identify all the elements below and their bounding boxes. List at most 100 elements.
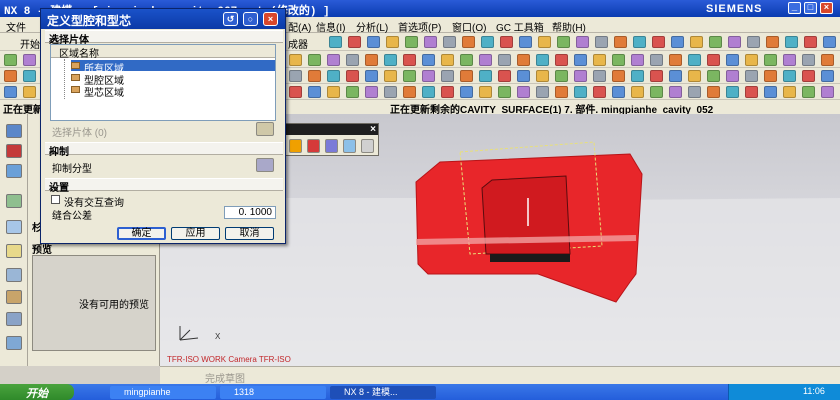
cancel-button[interactable]: 取消 xyxy=(225,227,274,240)
float-tool-3-icon[interactable] xyxy=(325,139,338,153)
toolbar-tool-icon[interactable] xyxy=(481,36,494,48)
toolbar-tool-icon[interactable] xyxy=(23,70,36,82)
dialog-info-icon[interactable]: ○ xyxy=(243,12,258,26)
suppress-section[interactable]: 抑制 ︿ xyxy=(45,142,283,158)
toolbar-tool-icon[interactable] xyxy=(289,70,302,82)
toolbar-tool-icon[interactable] xyxy=(728,36,741,48)
toolbar-tool-icon[interactable] xyxy=(576,36,589,48)
toolbar-tool-icon[interactable] xyxy=(669,86,682,98)
toolbar-tool-icon[interactable] xyxy=(574,54,587,66)
toolbar-tool-icon[interactable] xyxy=(441,86,454,98)
toolbar-tool-icon[interactable] xyxy=(384,70,397,82)
toolbar-tool-icon[interactable] xyxy=(536,54,549,66)
toolbar-tool-icon[interactable] xyxy=(747,36,760,48)
toolbar-tool-icon[interactable] xyxy=(764,54,777,66)
region-list[interactable]: 区域名称 所有区域 型腔区域 型芯区域 xyxy=(50,44,276,121)
toolbar-tool-icon[interactable] xyxy=(745,86,758,98)
close-button[interactable]: × xyxy=(820,2,833,14)
toolbar-tool-icon[interactable] xyxy=(764,70,777,82)
toolbar-tool-icon[interactable] xyxy=(555,86,568,98)
region-item-cavity[interactable]: 型腔区域 xyxy=(71,72,275,87)
toolbar-tool-icon[interactable] xyxy=(308,54,321,66)
taskbar-item-nx[interactable]: NX 8 - 建模... xyxy=(330,386,436,399)
toolbar-tool-icon[interactable] xyxy=(4,86,17,98)
toolbar-tool-icon[interactable] xyxy=(479,86,492,98)
toolbar-tool-icon[interactable] xyxy=(460,86,473,98)
toolbar-tool-icon[interactable] xyxy=(424,36,437,48)
toolbar-tool-icon[interactable] xyxy=(327,54,340,66)
toolbar-tool-icon[interactable] xyxy=(384,86,397,98)
no-interaction-checkbox[interactable] xyxy=(51,195,60,204)
toolbar-tool-icon[interactable] xyxy=(327,86,340,98)
roles-icon[interactable] xyxy=(6,336,22,350)
toolbar-tool-icon[interactable] xyxy=(707,86,720,98)
toolbar-tool-icon[interactable] xyxy=(365,54,378,66)
menu-preferences[interactable]: 首选项(P) xyxy=(398,19,441,34)
toolbar-tool-icon[interactable] xyxy=(536,86,549,98)
taskbar-item-folder[interactable]: mingpianhe xyxy=(110,386,216,399)
toolbar-tool-icon[interactable] xyxy=(443,36,456,48)
system-materials-icon[interactable] xyxy=(6,290,22,304)
toolbar-tool-icon[interactable] xyxy=(327,70,340,82)
toolbar-tool-icon[interactable] xyxy=(785,36,798,48)
menu-analysis[interactable]: 分析(L) xyxy=(356,19,388,34)
toolbar-tool-icon[interactable] xyxy=(612,86,625,98)
part-navigator-icon[interactable] xyxy=(6,164,22,178)
toolbar-tool-icon[interactable] xyxy=(671,36,684,48)
toolbar-tool-icon[interactable] xyxy=(308,70,321,82)
toolbar-tool-icon[interactable] xyxy=(707,70,720,82)
toolbar-tool-icon[interactable] xyxy=(652,36,665,48)
toolbar-tool-icon[interactable] xyxy=(802,70,815,82)
toolbar-tool-icon[interactable] xyxy=(460,54,473,66)
dialog-close-icon[interactable]: × xyxy=(263,12,278,26)
toolbar-tool-icon[interactable] xyxy=(403,54,416,66)
toolbar-tool-icon[interactable] xyxy=(517,54,530,66)
toolbar-tool-icon[interactable] xyxy=(538,36,551,48)
toolbar-tool-icon[interactable] xyxy=(479,70,492,82)
taskbar-item-folder[interactable]: 1318 xyxy=(220,386,326,399)
toolbar-tool-icon[interactable] xyxy=(498,70,511,82)
toolbar-tool-icon[interactable] xyxy=(688,86,701,98)
toolbar-tool-icon[interactable] xyxy=(631,86,644,98)
menu-assembly[interactable]: 配(A) xyxy=(288,19,311,34)
toolbar-tool-icon[interactable] xyxy=(498,86,511,98)
toolbar-tool-icon[interactable] xyxy=(745,54,758,66)
toolbar-tool-icon[interactable] xyxy=(766,36,779,48)
toolbar-tool-icon[interactable] xyxy=(631,54,644,66)
toolbar-tool-icon[interactable] xyxy=(4,54,17,66)
web-browser-icon[interactable] xyxy=(6,244,22,258)
apply-button[interactable]: 应用 xyxy=(171,227,220,240)
assembly-navigator-icon[interactable] xyxy=(6,124,22,138)
toolbar-tool-icon[interactable] xyxy=(405,36,418,48)
collapse-chevron-icon[interactable]: ︿ xyxy=(49,31,279,44)
toolbar-tool-icon[interactable] xyxy=(614,36,627,48)
toolbar-tool-icon[interactable] xyxy=(365,86,378,98)
toolbar-tool-icon[interactable] xyxy=(289,54,302,66)
toolbar-tool-icon[interactable] xyxy=(631,70,644,82)
menu-window[interactable]: 窗口(O) xyxy=(452,19,486,34)
hd3d-tools-icon[interactable] xyxy=(6,220,22,234)
toolbar-tool-icon[interactable] xyxy=(802,54,815,66)
toolbar-tool-icon[interactable] xyxy=(308,86,321,98)
toolbar-tool-icon[interactable] xyxy=(821,86,834,98)
toolbar-tool-icon[interactable] xyxy=(783,54,796,66)
toolbar-tool-icon[interactable] xyxy=(519,36,532,48)
toolbar-tool-icon[interactable] xyxy=(688,70,701,82)
toolbar-tool-icon[interactable] xyxy=(726,54,739,66)
toolbar-tool-icon[interactable] xyxy=(595,36,608,48)
toolbar-tool-icon[interactable] xyxy=(422,54,435,66)
region-item-core[interactable]: 型芯区域 xyxy=(71,84,275,99)
toolbar-tool-icon[interactable] xyxy=(384,54,397,66)
toolbar-tool-icon[interactable] xyxy=(555,70,568,82)
toolbar-tool-icon[interactable] xyxy=(783,86,796,98)
toolbar-tool-icon[interactable] xyxy=(403,86,416,98)
ok-button[interactable]: 确定 xyxy=(117,227,166,240)
restore-button[interactable]: □ xyxy=(804,2,817,14)
start-button[interactable]: 开始 xyxy=(0,384,74,400)
toolbar-tool-icon[interactable] xyxy=(441,70,454,82)
toolbar-tool-icon[interactable] xyxy=(462,36,475,48)
toolbar-tool-icon[interactable] xyxy=(650,70,663,82)
toolbar-tool-icon[interactable] xyxy=(536,70,549,82)
toolbar-tool-icon[interactable] xyxy=(650,54,663,66)
toolbar-tool-icon[interactable] xyxy=(821,54,834,66)
